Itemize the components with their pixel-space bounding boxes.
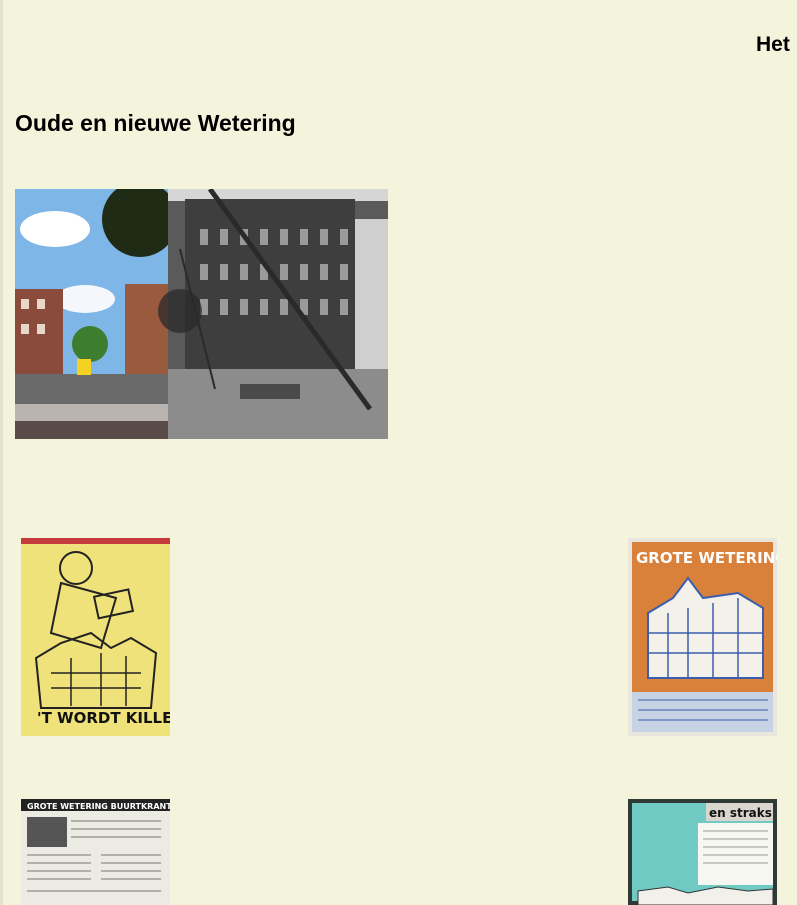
scrapbook-lettering: en straks: [709, 806, 772, 820]
newspaper-graphic: GROTE WETERING BUURTKRANT: [21, 799, 170, 905]
newspaper-photo[interactable]: GROTE WETERING BUURTKRANT: [21, 799, 170, 905]
then-and-now-photo[interactable]: [15, 189, 388, 439]
newspaper-lettering: GROTE WETERING BUURTKRANT: [27, 802, 170, 811]
poster-orange-lettering: GROTE WETERING: [636, 549, 777, 567]
poster-photo-yellow[interactable]: 'T WORDT KILLER...: [21, 538, 170, 736]
page-title: Oude en nieuwe Wetering: [15, 110, 296, 136]
poster-yellow-graphic: 'T WORDT KILLER...: [21, 538, 170, 736]
left-edge-line: [0, 0, 3, 905]
poster-yellow-lettering: 'T WORDT KILLER...: [37, 709, 170, 727]
scrapbook-photo[interactable]: en straks: [628, 799, 777, 905]
poster-photo-orange[interactable]: GROTE WETERING: [628, 538, 777, 736]
corner-title: Het: [756, 33, 790, 56]
scrapbook-graphic: en straks: [628, 799, 777, 905]
poster-orange-graphic: GROTE WETERING: [628, 538, 777, 736]
then-and-now-graphic: [15, 189, 388, 439]
